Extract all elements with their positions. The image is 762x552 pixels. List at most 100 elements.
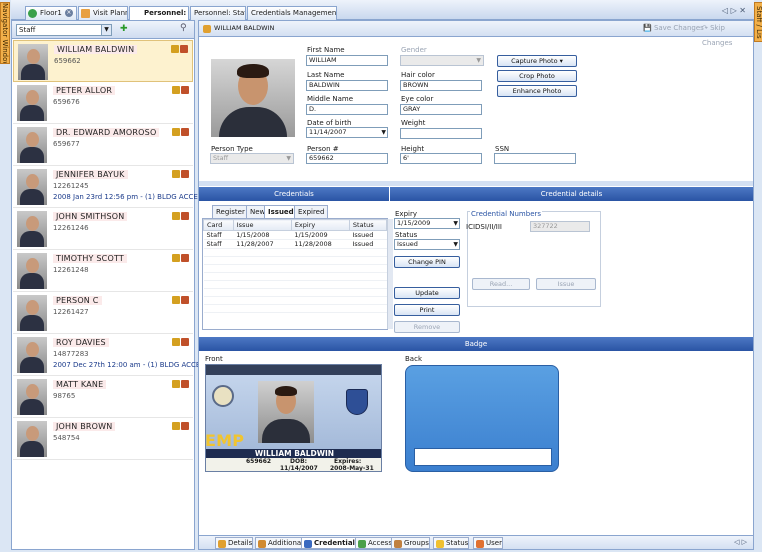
person-list-item[interactable]: TIMOTHY SCOTT 12261248 [13,250,193,292]
edit-icon[interactable] [172,86,180,94]
person-list-item[interactable]: MATT KANE 98765 [13,376,193,418]
tab-status[interactable]: Status [433,537,470,549]
column-header[interactable]: Issue [232,219,292,231]
last-name-field[interactable]: BALDWIN [306,80,388,91]
tab-groups[interactable]: Groups [391,537,430,549]
right-side-tab[interactable]: Staff / Lis [754,2,762,42]
person-list-item[interactable]: PETER ALLOR 659676 [13,82,193,124]
edit-icon[interactable] [172,380,180,388]
badge-icon[interactable] [180,45,188,53]
badge-icon[interactable] [181,128,189,136]
tab-label: Additional [268,539,304,547]
edit-icon[interactable] [171,45,179,53]
change-pin-button[interactable]: Change PIN [394,256,460,268]
tab-access[interactable]: Access [355,537,393,549]
tab-credentials[interactable]: Credentials [301,537,361,549]
status-select[interactable]: Issued ▼ [394,239,460,250]
chevron-down-icon[interactable]: ▼ [381,128,386,137]
hair-color-field[interactable]: BROWN [400,80,482,91]
table-scrollbar[interactable] [387,219,393,329]
tab-visit-planner[interactable]: Visit Planner [78,6,128,20]
tab-user[interactable]: User [473,537,503,549]
staff-filter-select[interactable]: Staff ▼ [16,24,112,36]
person-list-item[interactable]: JOHN SMITHSON 12261246 [13,208,193,250]
tab-personnel-staff-active[interactable]: Personnel: Staff× [129,6,189,20]
eye-color-field[interactable]: GRAY [400,104,482,115]
table-row[interactable]: Staff 11/28/2007 11/28/2008 Issued [203,239,387,249]
badge-icon[interactable] [181,422,189,430]
edit-icon[interactable] [172,128,180,136]
expiry-field[interactable]: 1/15/2009 ▼ [394,218,460,229]
column-header[interactable]: Card [203,219,234,231]
tab-floor1[interactable]: Floor1 × [25,6,77,20]
add-icon[interactable]: ✚ [120,24,128,34]
credential-subtabs: Register New Issued Expired [202,205,388,219]
person-actions [171,128,189,138]
edit-icon[interactable] [172,254,180,262]
issue-button[interactable]: Issue [536,278,596,290]
gender-select[interactable]: ▼ [400,55,484,66]
tab-details[interactable]: Details [215,537,254,549]
subtab-issued[interactable]: Issued [264,205,298,218]
skip-changes-button[interactable]: ↷ Skip Changes [702,21,753,51]
star-icon [436,540,444,548]
table-row[interactable]: Staff 1/15/2008 1/15/2009 Issued [203,230,387,240]
edit-icon[interactable] [172,422,180,430]
person-list-item[interactable]: WILLIAM BALDWIN 659662 [13,40,193,82]
chevron-down-icon: ▼ [286,155,291,162]
tab-personnel-staff-2[interactable]: Personnel: Staff× [190,6,246,20]
height-field[interactable]: 6' [400,153,482,164]
table-cell: Staff [203,239,234,249]
tab-credentials-management[interactable]: Credentials Management× [247,6,337,20]
edit-icon[interactable] [172,296,180,304]
middle-name-field[interactable]: D. [306,104,388,115]
edit-icon[interactable] [172,212,180,220]
print-button[interactable]: Print [394,304,460,316]
chevron-down-icon[interactable]: ▼ [101,25,111,35]
update-button[interactable]: Update [394,287,460,299]
badge-icon[interactable] [181,170,189,178]
save-changes-button[interactable]: 💾 Save Changes [643,21,704,36]
splitter-handle[interactable] [199,181,753,186]
iclass-number-field[interactable]: 327722 [530,221,590,232]
badge-icon[interactable] [181,254,189,262]
dob-field[interactable]: 11/14/2007 ▼ [306,127,388,138]
panel-controls[interactable]: ◁ ▷ ✕ [722,6,746,15]
table-cell: 1/15/2008 [233,230,292,240]
edit-icon[interactable] [172,338,180,346]
tab-additional[interactable]: Additional [255,537,305,549]
avatar [18,44,48,80]
tab-scroll-arrows[interactable]: ◁ ▷ [734,538,747,546]
person-number-field[interactable]: 659662 [306,153,388,164]
read-button[interactable]: Read... [472,278,530,290]
column-header[interactable]: Status [348,219,387,231]
person-list-item[interactable]: DR. EDWARD AMOROSO 659677 [13,124,193,166]
person-list-item[interactable]: JENNIFER BAYUK 12261245 2008 Jan 23rd 12:5… [13,166,207,208]
crop-photo-button[interactable]: Crop Photo [497,70,577,82]
badge-icon[interactable] [181,380,189,388]
chevron-down-icon[interactable]: ▼ [453,240,458,249]
remove-button[interactable]: Remove [394,321,460,333]
edit-icon[interactable] [172,170,180,178]
subtab-expired[interactable]: Expired [294,205,329,218]
chevron-down-icon[interactable]: ▼ [453,219,458,228]
first-name-field[interactable]: WILLIAM [306,55,388,66]
badge-icon[interactable] [181,338,189,346]
capture-photo-button[interactable]: Capture Photo ▾ [497,55,577,67]
search-icon[interactable]: ⚲ [180,23,187,33]
person-list-item[interactable]: ROY DAVIES 14877283 2007 Dec 27th 12:00 am… [13,334,209,376]
ssn-field[interactable] [494,153,576,164]
close-icon[interactable]: × [64,9,73,17]
person-list-item[interactable]: PERSON C 12261427 [13,292,193,334]
subtab-register[interactable]: Register [212,205,249,218]
person-id: 548754 [53,434,80,442]
badge-icon[interactable] [181,296,189,304]
weight-field[interactable] [400,128,482,139]
person-list-item[interactable]: JOHN BROWN 548754 [13,418,193,460]
badge-icon[interactable] [181,212,189,220]
navigator-window-tab[interactable]: Navigator Window [0,2,10,64]
enhance-photo-button[interactable]: Enhance Photo [497,85,577,97]
column-header[interactable]: Expiry [290,219,350,231]
person-type-select[interactable]: Staff ▼ [210,153,294,164]
badge-icon[interactable] [181,86,189,94]
